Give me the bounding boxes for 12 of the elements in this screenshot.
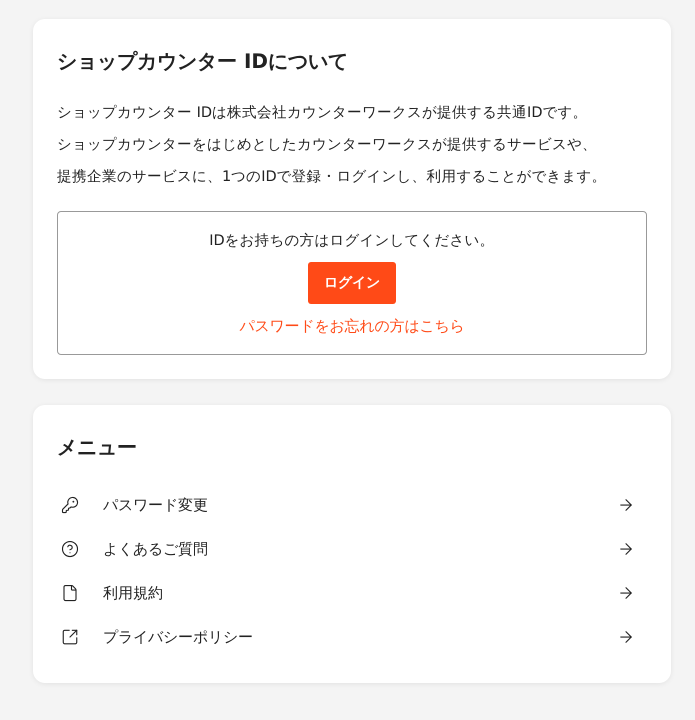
- external-link-icon: [61, 628, 79, 646]
- menu-item[interactable]: プライバシーポリシー: [57, 615, 647, 659]
- help-icon: [61, 540, 79, 558]
- card-title: ショップカウンター IDについて: [57, 48, 350, 75]
- document-icon: [61, 584, 79, 602]
- login-prompt: IDをお持ちの方はログインしてください。: [209, 232, 495, 251]
- menu-item[interactable]: パスワード変更: [57, 483, 647, 527]
- menu-item[interactable]: よくあるご質問: [57, 527, 647, 571]
- menu-item[interactable]: 利用規約: [57, 571, 647, 615]
- card-title: メニュー: [57, 434, 138, 461]
- key-icon: [61, 496, 79, 514]
- description-text: ショップカウンター IDは株式会社カウンターワークスが提供する共通IDです。 ショップカウンターをはじめとしたカウンターワークスが提供するサービスや、 提携企業のサービスに、1つのIDで登録・ログインし、利用することができます。: [57, 104, 608, 187]
